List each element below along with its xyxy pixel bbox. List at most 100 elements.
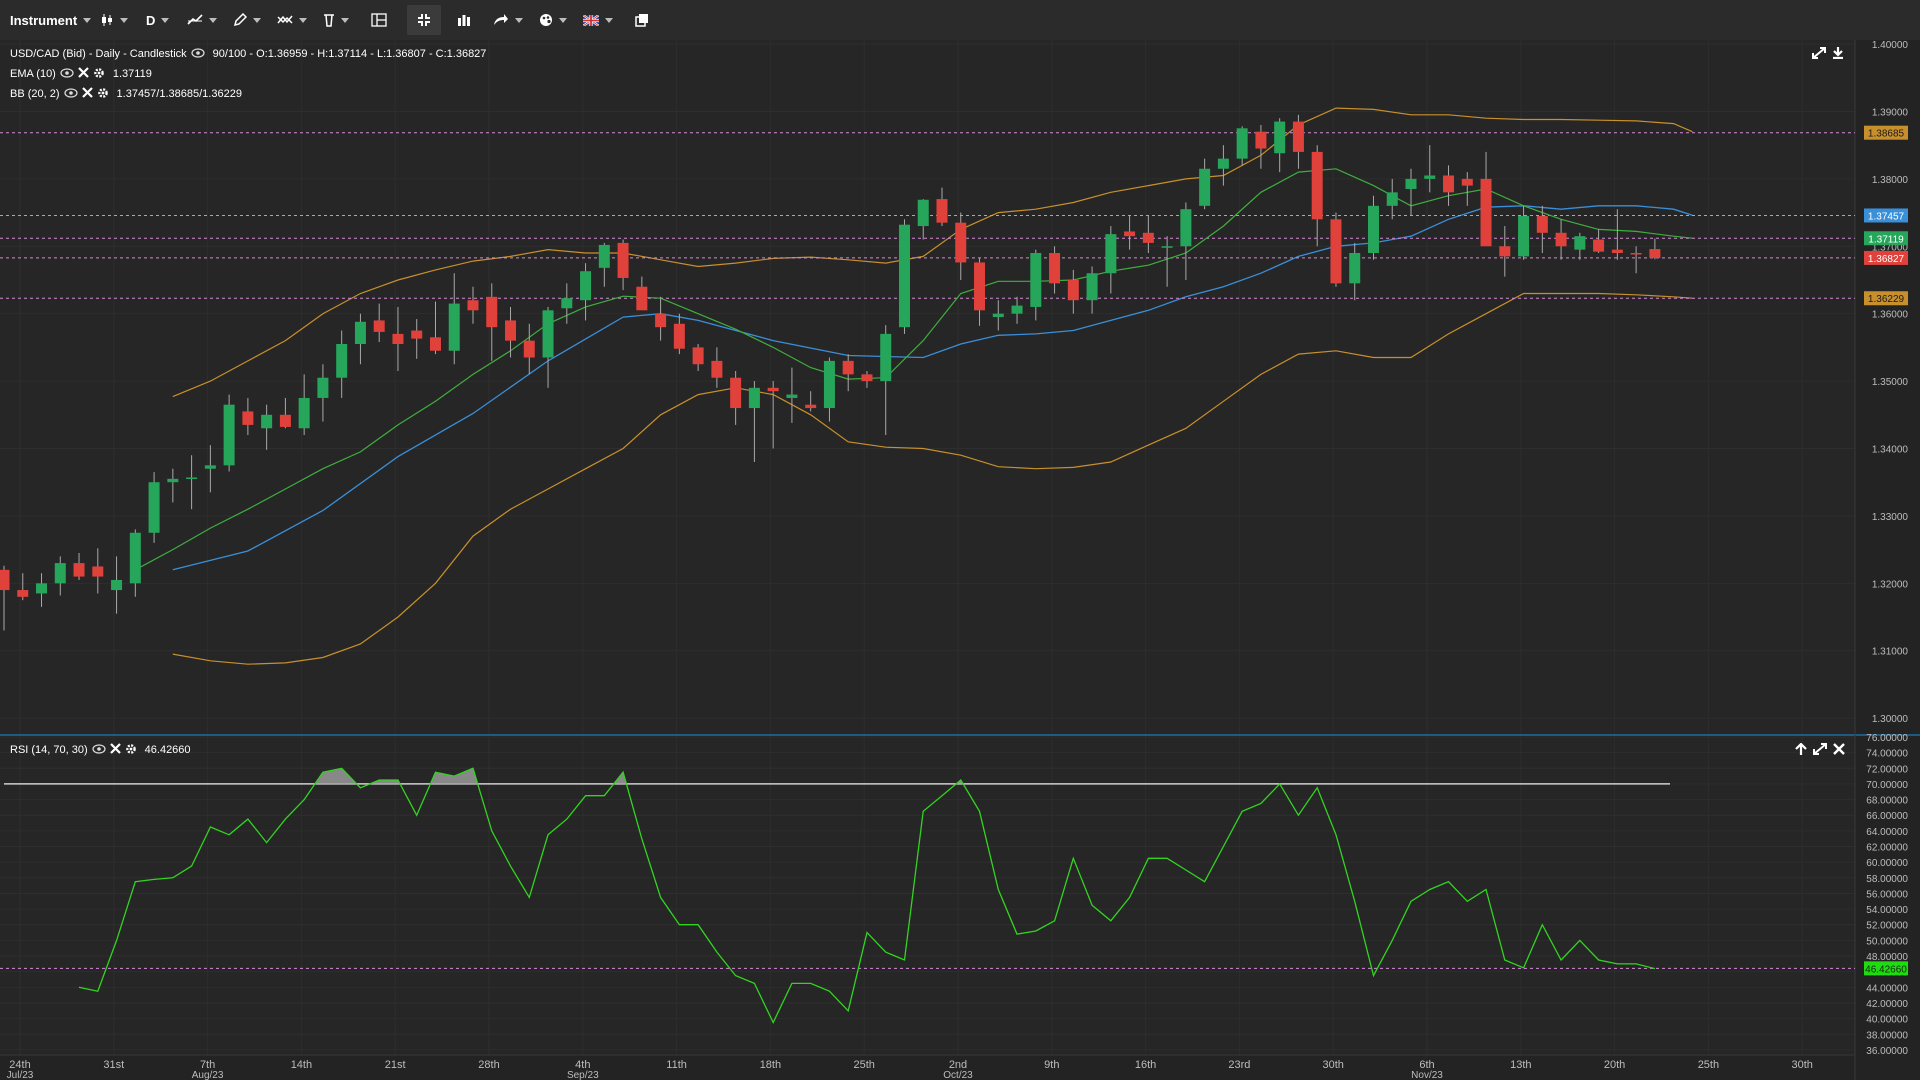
chart-type-menu[interactable]: [100, 0, 128, 40]
candle-body: [1386, 192, 1398, 206]
bb-label: BB (20, 2): [10, 88, 60, 100]
rsi-axis-label: 60.00000: [1866, 858, 1908, 869]
candle-body: [223, 404, 235, 466]
candle-body: [692, 347, 704, 365]
studies-menu[interactable]: [277, 0, 308, 40]
eye-icon[interactable]: [92, 743, 106, 757]
candle-body: [898, 224, 910, 328]
share-menu[interactable]: [493, 0, 524, 40]
expand-icon[interactable]: [1812, 47, 1826, 62]
share-arrow-icon: [494, 14, 509, 25]
candle-body: [1199, 168, 1211, 206]
candle-body: [17, 590, 29, 597]
rsi-axis-label: 62.00000: [1866, 843, 1908, 854]
move-up-icon[interactable]: [1795, 742, 1807, 758]
time-axis-day-label: 23rd: [1228, 1059, 1250, 1071]
rsi-axis-label: 44.00000: [1866, 983, 1908, 994]
candle-body: [1161, 246, 1173, 248]
time-axis-month-label: Aug/23: [192, 1070, 224, 1080]
chart-svg[interactable]: 1.400001.390001.380001.370001.360001.350…: [0, 40, 1920, 1080]
rsi-axis-label: 58.00000: [1866, 874, 1908, 885]
candle-body: [561, 298, 573, 309]
time-axis-day-label: 16th: [1135, 1059, 1156, 1071]
candlestick-icon: [102, 14, 112, 26]
volume-button[interactable]: [457, 0, 471, 40]
price-legend-title-row: USD/CAD (Bid) - Daily - Candlestick 90/1…: [10, 46, 486, 62]
download-icon[interactable]: [1832, 47, 1844, 62]
gear-icon[interactable]: [93, 67, 105, 82]
time-axis-day-label: 21st: [385, 1059, 406, 1071]
time-axis-day-label: 30th: [1322, 1059, 1343, 1071]
close-icon[interactable]: [1833, 743, 1845, 758]
price-tag-label: 1.37119: [1868, 234, 1904, 245]
rsi-label: RSI (14, 70, 30): [10, 744, 88, 756]
time-axis-day-label: 25th: [1698, 1059, 1719, 1071]
price-axis-label: 1.36000: [1872, 310, 1909, 321]
gear-icon[interactable]: [97, 87, 109, 102]
candle-body: [880, 333, 892, 382]
close-icon[interactable]: [81, 87, 93, 101]
rsi-axis-label: 50.00000: [1866, 936, 1908, 947]
eye-icon[interactable]: [60, 67, 74, 81]
rsi-value-tag-label: 46.42660: [1865, 964, 1907, 975]
candle-body: [655, 313, 667, 328]
candle-body: [186, 477, 198, 479]
popout-button[interactable]: [635, 0, 649, 40]
pencil-icon: [234, 13, 248, 27]
theme-menu[interactable]: [539, 0, 568, 40]
candle-body: [317, 377, 329, 398]
delete-menu[interactable]: [323, 0, 350, 40]
candle-body: [748, 387, 760, 409]
candle-body: [673, 323, 685, 349]
candle-body: [992, 313, 1004, 318]
ohlc-readout: 90/100 - O:1.36959 - H:1.37114 - L:1.368…: [212, 48, 487, 60]
price-axis-label: 1.38000: [1872, 175, 1909, 186]
price-pane-controls: [1812, 47, 1844, 62]
candle-body: [767, 387, 779, 392]
candle-body: [1536, 215, 1548, 233]
indicator-menu[interactable]: [187, 0, 218, 40]
candle-body: [1236, 128, 1248, 159]
candle-body: [523, 340, 535, 358]
candle-body: [429, 337, 441, 351]
fullscreen-button[interactable]: [407, 5, 442, 35]
candle-body: [1142, 232, 1154, 243]
close-icon[interactable]: [109, 743, 121, 757]
layout-button[interactable]: [371, 0, 388, 40]
candle-body: [92, 566, 104, 577]
rsi-axis-label: 40.00000: [1866, 1015, 1908, 1026]
instrument-menu[interactable]: Instrument: [10, 0, 92, 40]
close-icon[interactable]: [78, 67, 89, 81]
candle-body: [617, 242, 629, 278]
drawing-tools-menu[interactable]: [233, 0, 262, 40]
candle-body: [392, 333, 404, 345]
instrument-label: Instrument: [10, 12, 78, 28]
candle-body: [204, 465, 216, 469]
candle-body: [805, 404, 817, 409]
price-axis-label: 1.33000: [1872, 512, 1909, 523]
candle-body: [1443, 175, 1455, 193]
chevron-down-icon: [299, 17, 308, 23]
price-axis-label: 1.30000: [1872, 714, 1909, 725]
candle-body: [448, 303, 460, 351]
price-tag-label: 1.37457: [1868, 211, 1905, 222]
price-axis-label: 1.35000: [1872, 377, 1909, 388]
price-axis-label: 1.31000: [1872, 647, 1909, 658]
candle-body: [242, 411, 254, 425]
timeframe-menu[interactable]: D: [146, 0, 170, 40]
crossed-lines-icon: [277, 15, 293, 24]
eye-icon[interactable]: [63, 87, 78, 101]
candle-body: [917, 199, 929, 227]
time-axis-day-label: 28th: [478, 1059, 499, 1071]
candle-body: [354, 321, 366, 345]
rsi-axis-label: 66.00000: [1866, 811, 1908, 822]
gear-icon[interactable]: [125, 743, 137, 758]
candle-body: [1499, 246, 1511, 257]
price-tag-label: 1.36229: [1868, 294, 1905, 305]
language-menu[interactable]: [583, 0, 614, 40]
candle-body: [542, 310, 554, 358]
candle-body: [786, 394, 798, 398]
eye-icon[interactable]: [191, 47, 205, 61]
time-axis-month-label: Oct/23: [943, 1070, 973, 1080]
expand-icon[interactable]: [1813, 743, 1827, 758]
